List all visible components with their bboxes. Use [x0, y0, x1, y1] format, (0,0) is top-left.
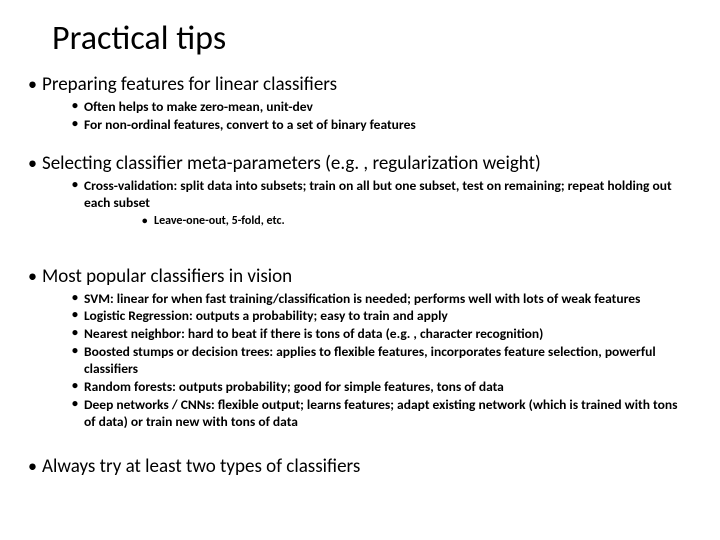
heading-text: Preparing features for linear classifier…	[42, 73, 337, 96]
heading-text: Selecting classifier meta-parameters (e.…	[42, 152, 541, 175]
list-item: For non-ordinal features, convert to a s…	[42, 117, 692, 134]
list-item: Logistic Regression: outputs a probabili…	[42, 308, 692, 325]
bullet-list-level1: Preparing features for linear classifier…	[28, 73, 692, 478]
section-heading: Always try at least two types of classif…	[28, 455, 692, 478]
bullet-list-level2: SVM: linear for when fast training/class…	[42, 291, 692, 431]
section-heading: Most popular classifiers in vision SVM: …	[28, 265, 692, 451]
bullet-list-level3: Leave-one-out, 5-fold, etc.	[84, 214, 692, 229]
list-item: Boosted stumps or decision trees: applie…	[42, 344, 692, 378]
heading-text: Always try at least two types of classif…	[42, 455, 360, 478]
slide-title: Practical tips	[52, 18, 692, 59]
section-heading: Preparing features for linear classifier…	[28, 73, 692, 134]
list-item: Leave-one-out, 5-fold, etc.	[84, 214, 692, 229]
bullet-list-level2: Cross-validation: split data into subset…	[42, 178, 692, 229]
list-item: Often helps to make zero-mean, unit-dev	[42, 99, 692, 116]
list-item: Random forests: outputs probability; goo…	[42, 379, 692, 396]
section-heading: Selecting classifier meta-parameters (e.…	[28, 152, 692, 261]
list-item: Nearest neighbor: hard to beat if there …	[42, 326, 692, 343]
point-text: Cross-validation: split data into subset…	[84, 177, 672, 211]
heading-text: Most popular classifiers in vision	[42, 265, 292, 288]
list-item: Deep networks / CNNs: flexible output; l…	[42, 397, 692, 431]
list-item: Cross-validation: split data into subset…	[42, 178, 692, 229]
list-item: SVM: linear for when fast training/class…	[42, 291, 692, 308]
bullet-list-level2: Often helps to make zero-mean, unit-dev …	[42, 99, 692, 134]
